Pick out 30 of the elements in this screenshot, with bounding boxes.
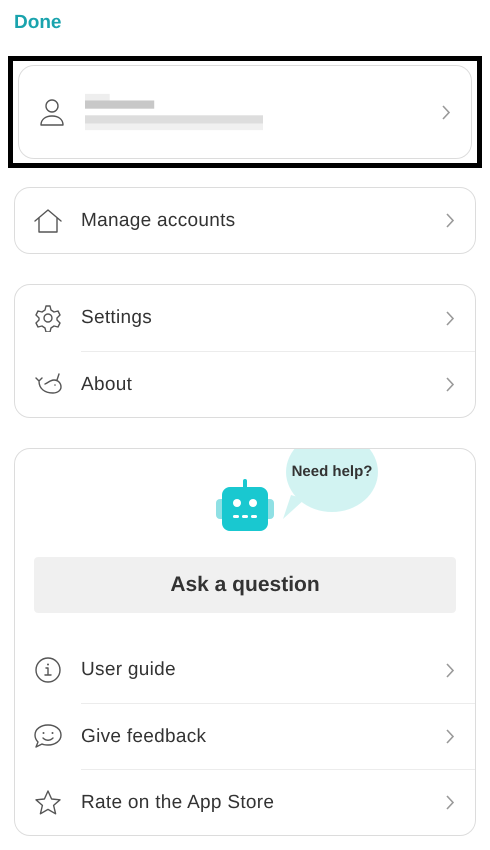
chevron-icon (441, 104, 451, 120)
speech-bubble: Need help? (286, 449, 378, 512)
smiley-chat-icon (33, 722, 63, 750)
whale-icon (33, 372, 63, 396)
chevron-icon (445, 310, 455, 326)
chevron-icon (445, 376, 455, 393)
menu-label: Settings (81, 307, 154, 329)
menu-row[interactable]: About (15, 351, 475, 417)
menu-label: Give feedback (81, 726, 208, 748)
ask-button[interactable]: Ask a question (34, 557, 456, 613)
info-icon (34, 656, 62, 684)
menu-label: Manage accounts (81, 210, 236, 232)
menu-row[interactable]: Settings (15, 285, 475, 351)
chevron-icon (445, 662, 455, 678)
profile-card[interactable] (18, 65, 472, 159)
person-icon (39, 97, 65, 127)
menu-label: Rate on the App Store (81, 792, 276, 814)
menu-row[interactable]: User guide (15, 637, 475, 703)
robot-icon (215, 479, 275, 533)
star-icon (34, 788, 62, 816)
house-icon (33, 208, 63, 234)
menu-label: About (81, 374, 134, 396)
menu-label: User guide (81, 659, 177, 681)
settings-icon (34, 304, 62, 332)
chevron-icon (445, 728, 455, 745)
chevron-icon (445, 794, 455, 811)
menu-row[interactable]: Manage accounts (15, 188, 475, 253)
menu-row[interactable]: Rate on the App Store (15, 769, 475, 835)
chevron-icon (445, 212, 455, 229)
menu-row[interactable]: Give feedback (15, 703, 475, 769)
